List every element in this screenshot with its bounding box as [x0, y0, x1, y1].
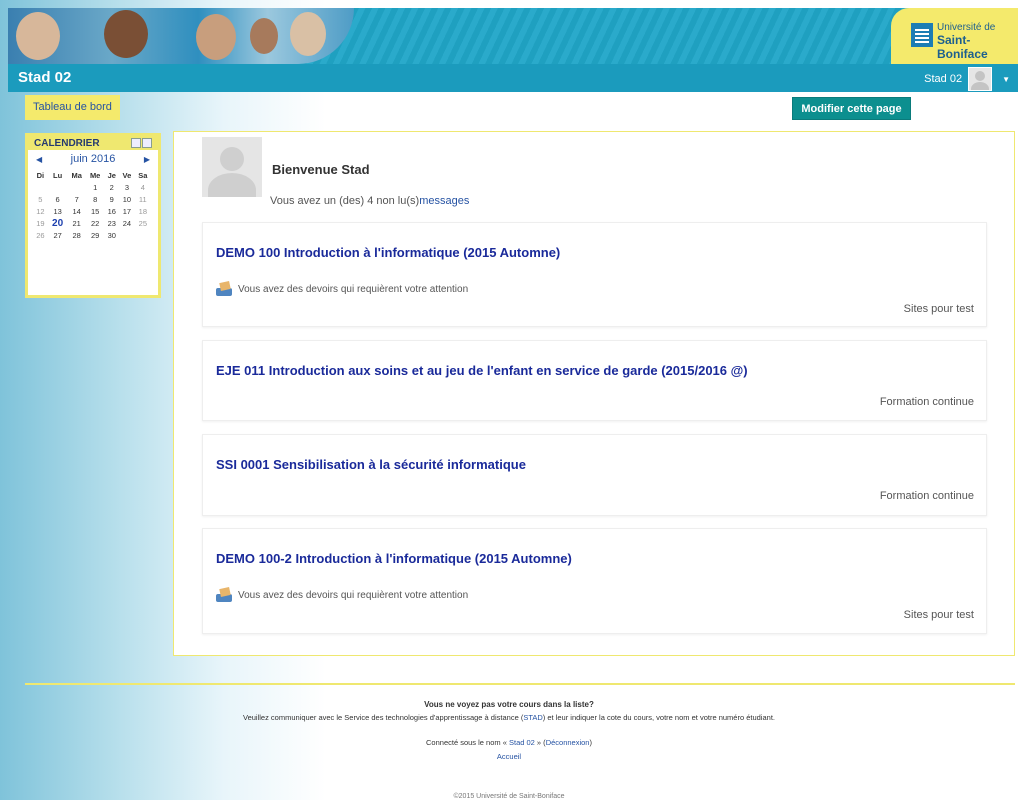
weekday-label: Ve: [122, 170, 132, 180]
profile-link[interactable]: Stad 02: [509, 738, 535, 747]
prev-month-icon[interactable]: ◀: [36, 153, 42, 167]
course-card: DEMO 100 Introduction à l'informatique (…: [202, 222, 987, 327]
calendar-day[interactable]: 8: [86, 193, 104, 205]
stad-link[interactable]: STAD: [523, 713, 542, 722]
calendar-day[interactable]: 2: [104, 181, 119, 193]
course-title-link[interactable]: SSI 0001 Sensibilisation à la sécurité i…: [216, 457, 526, 472]
course-title-link[interactable]: EJE 011 Introduction aux soins et au jeu…: [216, 363, 748, 378]
calendar-day[interactable]: 26: [33, 229, 48, 241]
dock-icon[interactable]: [131, 138, 141, 148]
calendar-day[interactable]: 27: [48, 229, 68, 241]
course-title-link[interactable]: DEMO 100 Introduction à l'informatique (…: [216, 245, 560, 260]
edit-page-button[interactable]: Modifier cette page: [792, 97, 911, 120]
footer-login-info: Connecté sous le nom « Stad 02 » (Déconn…: [426, 738, 592, 747]
calendar-day[interactable]: 19: [33, 217, 48, 229]
course-category: Sites pour test: [903, 303, 974, 315]
weekday-label: Di: [36, 170, 45, 180]
calendar-day[interactable]: 5: [33, 193, 48, 205]
logout-link[interactable]: Déconnexion: [546, 738, 590, 747]
calendar-day[interactable]: 23: [104, 217, 119, 229]
calendar-day: [33, 181, 48, 193]
calendar-day[interactable]: 17: [119, 205, 135, 217]
user-name[interactable]: Stad 02: [924, 73, 962, 85]
calendar-day[interactable]: 25: [135, 217, 151, 229]
next-month-icon[interactable]: ▶: [144, 153, 150, 167]
calendar-day[interactable]: 18: [135, 205, 151, 217]
calendar-day[interactable]: 22: [86, 217, 104, 229]
calendar-day[interactable]: 16: [104, 205, 119, 217]
welcome-message: Vous avez un (des) 4 non lu(s)messages: [270, 195, 470, 207]
calendar-day[interactable]: 13: [48, 205, 68, 217]
weekday-label: Lu: [53, 170, 63, 180]
weekday-label: Sa: [138, 170, 148, 180]
course-notice-text[interactable]: Vous avez des devoirs qui requièrent vot…: [238, 284, 468, 295]
calendar-day: [119, 229, 135, 241]
breadcrumb-dashboard[interactable]: Tableau de bord: [25, 95, 120, 120]
calendar-day[interactable]: 4: [135, 181, 151, 193]
university-logo-icon: [911, 23, 933, 47]
home-link[interactable]: Accueil: [0, 752, 1018, 761]
weekday-label: Je: [107, 170, 116, 180]
weekday-label: Me: [89, 170, 101, 180]
course-card: EJE 011 Introduction aux soins et au jeu…: [202, 340, 987, 421]
footer-question: Vous ne voyez pas votre cours dans la li…: [424, 700, 594, 709]
footer-divider: [25, 683, 1015, 685]
title-bar: [8, 64, 1018, 92]
course-notice-text[interactable]: Vous avez des devoirs qui requièrent vot…: [238, 590, 468, 601]
user-avatar-icon[interactable]: [968, 67, 993, 91]
header: Stad 02 Université de Saint-Boniface Sta…: [8, 8, 1018, 92]
calendar-day[interactable]: 6: [48, 193, 68, 205]
calendar-day[interactable]: 28: [67, 229, 85, 241]
calendar-day: [48, 181, 68, 193]
calendar-day[interactable]: 14: [67, 205, 85, 217]
main-content: Bienvenue Stad Vous avez un (des) 4 non …: [173, 131, 1015, 656]
welcome-avatar-icon: [202, 137, 262, 197]
calendar-day[interactable]: 9: [104, 193, 119, 205]
course-card: SSI 0001 Sensibilisation à la sécurité i…: [202, 434, 987, 516]
calendar-day[interactable]: 7: [67, 193, 85, 205]
calendar-day[interactable]: 10: [119, 193, 135, 205]
caret-down-icon[interactable]: ▼: [1002, 75, 1010, 84]
calendar-day[interactable]: 29: [86, 229, 104, 241]
university-logo[interactable]: Université de Saint-Boniface: [891, 8, 1018, 64]
calendar-day: [135, 229, 151, 241]
course-category: Formation continue: [879, 490, 974, 502]
calendar-nav: ◀ juin 2016 ▶: [28, 150, 158, 167]
course-notice[interactable]: Vous avez des devoirs qui requièrent vot…: [216, 282, 468, 296]
copyright: ©2015 Université de Saint-Boniface: [453, 793, 565, 800]
calendar-block: CALENDRIER ◀ juin 2016 ▶ Di Lu Ma Me Je Ve Sa …: [25, 133, 161, 298]
footer-contact: Veuillez communiquer avec le Service des…: [242, 713, 775, 722]
calendar-grid: Di Lu Ma Me Je Ve Sa 1 2 3 4 5 6 7 8 9 10 11 12 13 14 15 16 17…: [33, 169, 151, 241]
assignment-icon: [216, 282, 234, 296]
calendar-header: CALENDRIER: [28, 136, 158, 150]
course-category: Formation continue: [879, 396, 974, 408]
calendar-day[interactable]: 21: [67, 217, 85, 229]
calendar-day[interactable]: 1: [86, 181, 104, 193]
site-title[interactable]: Stad 02: [18, 69, 71, 86]
course-title-link[interactable]: DEMO 100-2 Introduction à l'informatique…: [216, 551, 572, 566]
welcome-title: Bienvenue Stad: [272, 162, 370, 177]
calendar-day[interactable]: 12: [33, 205, 48, 217]
calendar-month[interactable]: juin 2016: [71, 153, 116, 167]
logo-line1: Université de: [937, 22, 996, 33]
calendar-title: CALENDRIER: [34, 137, 100, 149]
course-notice[interactable]: Vous avez des devoirs qui requièrent vot…: [216, 588, 468, 602]
messages-link[interactable]: messages: [419, 195, 469, 207]
assignment-icon: [216, 588, 234, 602]
calendar-day: [67, 181, 85, 193]
calendar-day[interactable]: 20: [48, 217, 68, 229]
course-card: DEMO 100-2 Introduction à l'informatique…: [202, 528, 987, 634]
logo-line2: Saint-Boniface: [937, 33, 988, 61]
calendar-day[interactable]: 11: [135, 193, 151, 205]
collapse-icon[interactable]: [142, 138, 152, 148]
header-banner-image: [8, 8, 354, 64]
weekday-label: Ma: [71, 170, 82, 180]
calendar-day[interactable]: 15: [86, 205, 104, 217]
course-category: Sites pour test: [903, 609, 974, 621]
user-menu[interactable]: Stad 02 ▼: [924, 67, 1010, 91]
calendar-day[interactable]: 30: [104, 229, 119, 241]
calendar-day[interactable]: 24: [119, 217, 135, 229]
calendar-day[interactable]: 3: [119, 181, 135, 193]
